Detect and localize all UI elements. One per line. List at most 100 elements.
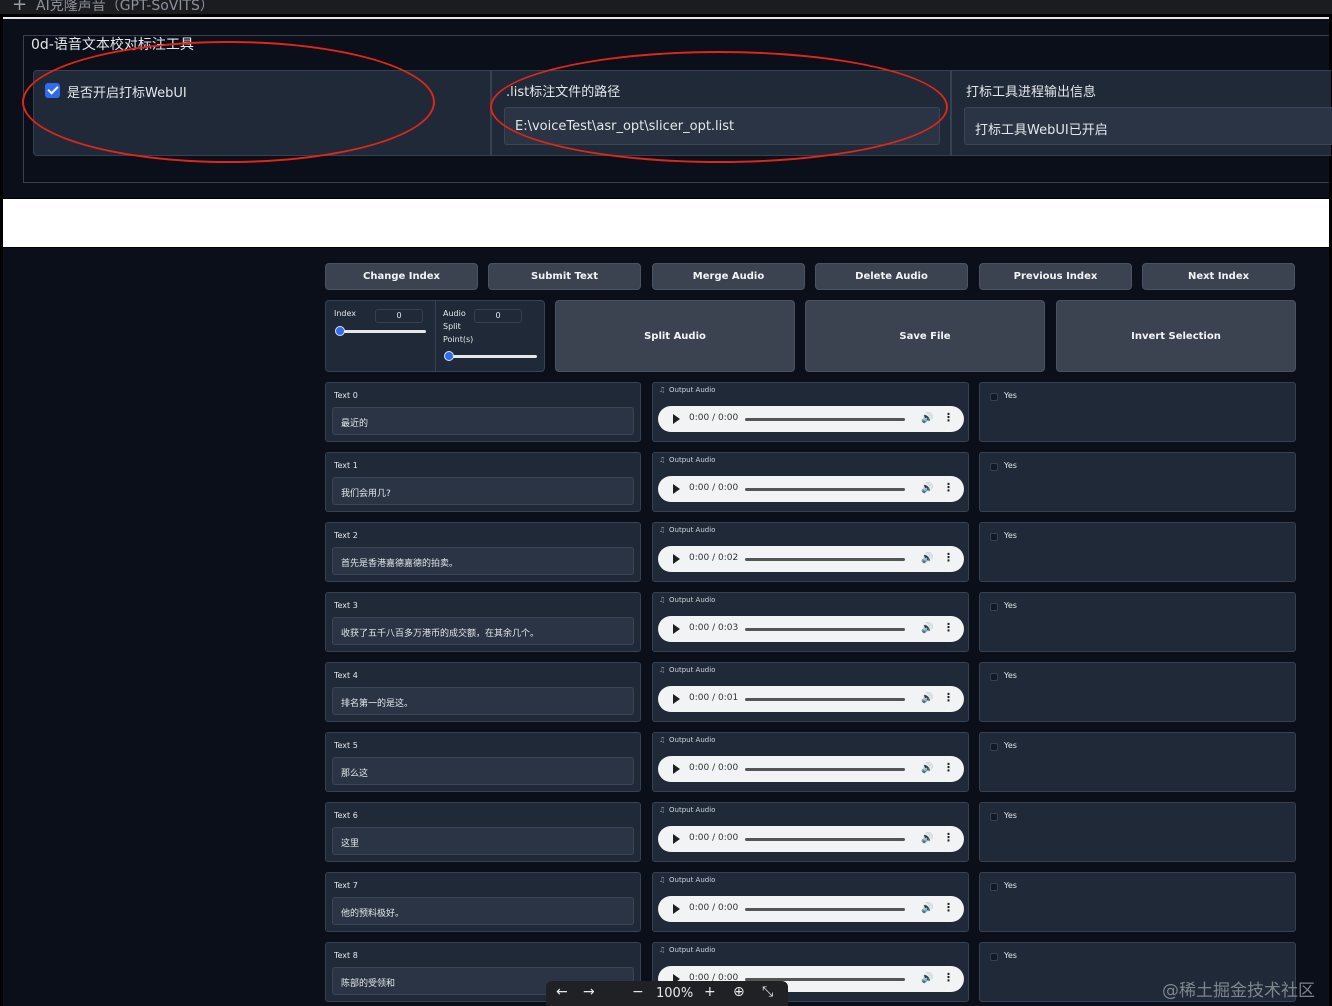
previous-index-button[interactable]: Previous Index (979, 263, 1132, 290)
audio-split-number-input[interactable]: 0 (474, 309, 522, 323)
audio-split-slider-thumb[interactable] (444, 351, 454, 361)
yes-label[interactable]: Yes (1004, 811, 1017, 820)
yes-checkbox[interactable] (990, 393, 998, 401)
yes-checkbox[interactable] (990, 603, 998, 611)
more-options-icon[interactable]: ⋮ (943, 411, 954, 424)
delete-audio-button[interactable]: Delete Audio (815, 263, 968, 290)
yes-label[interactable]: Yes (1004, 531, 1017, 540)
yes-checkbox[interactable] (990, 813, 998, 821)
audio-progress-bar[interactable] (745, 418, 905, 421)
play-icon[interactable] (673, 554, 680, 564)
play-icon[interactable] (673, 414, 680, 424)
merge-audio-button[interactable]: Merge Audio (652, 263, 805, 290)
enable-webui-label[interactable]: 是否开启打标WebUI (67, 82, 187, 101)
index-slider-track[interactable] (338, 330, 426, 333)
volume-icon[interactable]: 🔊 (921, 973, 933, 984)
text-card: Text 5 那么这 (325, 732, 641, 792)
play-icon[interactable] (673, 904, 680, 914)
yes-label[interactable]: Yes (1004, 461, 1017, 470)
invert-selection-button[interactable]: Invert Selection (1056, 300, 1296, 372)
volume-icon[interactable]: 🔊 (921, 413, 933, 424)
text-label: Text 8 (334, 951, 358, 960)
submit-text-button[interactable]: Submit Text (488, 263, 641, 290)
more-options-icon[interactable]: ⋮ (943, 831, 954, 844)
index-slider-thumb[interactable] (335, 326, 345, 336)
text-input[interactable]: 他的预料极好。 (332, 897, 634, 925)
audio-progress-bar[interactable] (745, 488, 905, 491)
play-icon[interactable] (673, 834, 680, 844)
play-icon[interactable] (673, 764, 680, 774)
progress-output-block: 打标工具进程输出信息 打标工具WebUI已开启 (951, 70, 1332, 156)
output-audio-label-text: Output Audio (669, 806, 716, 814)
audio-time: 0:00 / 0:02 (689, 553, 739, 563)
play-icon[interactable] (673, 624, 680, 634)
text-input[interactable]: 那么这 (332, 757, 634, 785)
yes-label[interactable]: Yes (1004, 741, 1017, 750)
text-input[interactable]: 最近的 (332, 407, 634, 435)
yes-checkbox[interactable] (990, 953, 998, 961)
play-icon[interactable] (673, 484, 680, 494)
volume-icon[interactable]: 🔊 (921, 693, 933, 704)
volume-icon[interactable]: 🔊 (921, 903, 933, 914)
more-options-icon[interactable]: ⋮ (943, 551, 954, 564)
yes-label[interactable]: Yes (1004, 391, 1017, 400)
music-note-icon: ♫ (659, 806, 666, 814)
play-icon[interactable] (673, 694, 680, 704)
text-input[interactable]: 首先是香港嘉德嘉德的拍卖。 (332, 547, 634, 575)
yes-label[interactable]: Yes (1004, 601, 1017, 610)
text-input[interactable]: 收获了五千八百多万港币的成交额，在其余几个。 (332, 617, 634, 645)
more-options-icon[interactable]: ⋮ (943, 761, 954, 774)
save-file-button[interactable]: Save File (805, 300, 1045, 372)
yes-checkbox[interactable] (990, 463, 998, 471)
more-options-icon[interactable]: ⋮ (943, 621, 954, 634)
yes-checkbox[interactable] (990, 533, 998, 541)
window-title: AI克隆声音（GPT-SoVITS） (36, 0, 214, 14)
yes-label[interactable]: Yes (1004, 951, 1017, 960)
change-index-button[interactable]: Change Index (325, 263, 478, 290)
text-input[interactable]: 排名第一的是这。 (332, 687, 634, 715)
next-index-button[interactable]: Next Index (1142, 263, 1295, 290)
enable-webui-checkbox[interactable] (45, 83, 60, 98)
yes-checkbox[interactable] (990, 743, 998, 751)
more-options-icon[interactable]: ⋮ (943, 691, 954, 704)
volume-icon[interactable]: 🔊 (921, 833, 933, 844)
arrow-left-icon[interactable]: ← (556, 984, 568, 1000)
text-input[interactable]: 我们会用几? (332, 477, 634, 505)
yes-checkbox[interactable] (990, 673, 998, 681)
audio-time: 0:00 / 0:00 (689, 903, 739, 913)
audio-progress-bar[interactable] (745, 838, 905, 841)
volume-icon[interactable]: 🔊 (921, 553, 933, 564)
split-audio-button[interactable]: Split Audio (555, 300, 795, 372)
zoom-out-icon[interactable]: − (632, 984, 644, 1000)
audio-progress-bar[interactable] (745, 908, 905, 911)
yes-label[interactable]: Yes (1004, 671, 1017, 680)
volume-icon[interactable]: 🔊 (921, 483, 933, 494)
volume-icon[interactable]: 🔊 (921, 763, 933, 774)
audio-progress-bar[interactable] (745, 698, 905, 701)
yes-label[interactable]: Yes (1004, 881, 1017, 890)
more-options-icon[interactable]: ⋮ (943, 971, 954, 984)
arrow-right-icon[interactable]: → (583, 984, 595, 1000)
table-row: Text 4 排名第一的是这。 ♫ Output Audio 0:00 / 0:0… (3, 662, 1329, 722)
audio-progress-bar[interactable] (745, 558, 905, 561)
zoom-in-icon[interactable]: + (704, 984, 716, 1000)
output-audio-card: ♫ Output Audio 0:00 / 0:00 🔊 ⋮ (652, 382, 969, 442)
more-options-icon[interactable]: ⋮ (943, 901, 954, 914)
text-card: Text 3 收获了五千八百多万港币的成交额，在其余几个。 (325, 592, 641, 652)
fit-screen-icon[interactable]: ⊕ (733, 984, 745, 1000)
volume-icon[interactable]: 🔊 (921, 623, 933, 634)
audio-split-slider-track[interactable] (447, 355, 537, 358)
index-number-input[interactable]: 0 (375, 309, 423, 323)
audio-progress-bar[interactable] (745, 768, 905, 771)
add-tab-icon[interactable]: + (12, 0, 27, 14)
more-options-icon[interactable]: ⋮ (943, 481, 954, 494)
text-label: Text 6 (334, 811, 358, 820)
yes-checkbox[interactable] (990, 883, 998, 891)
list-path-input[interactable]: E:\voiceTest\asr_opt\slicer_opt.list (504, 107, 940, 145)
text-label: Text 0 (334, 391, 358, 400)
exit-fullscreen-icon[interactable]: ⤡ (762, 984, 773, 1000)
audio-progress-bar[interactable] (745, 628, 905, 631)
output-audio-label-text: Output Audio (669, 946, 716, 954)
text-input[interactable]: 这里 (332, 827, 634, 855)
output-audio-card: ♫ Output Audio 0:00 / 0:03 🔊 ⋮ (652, 592, 969, 652)
